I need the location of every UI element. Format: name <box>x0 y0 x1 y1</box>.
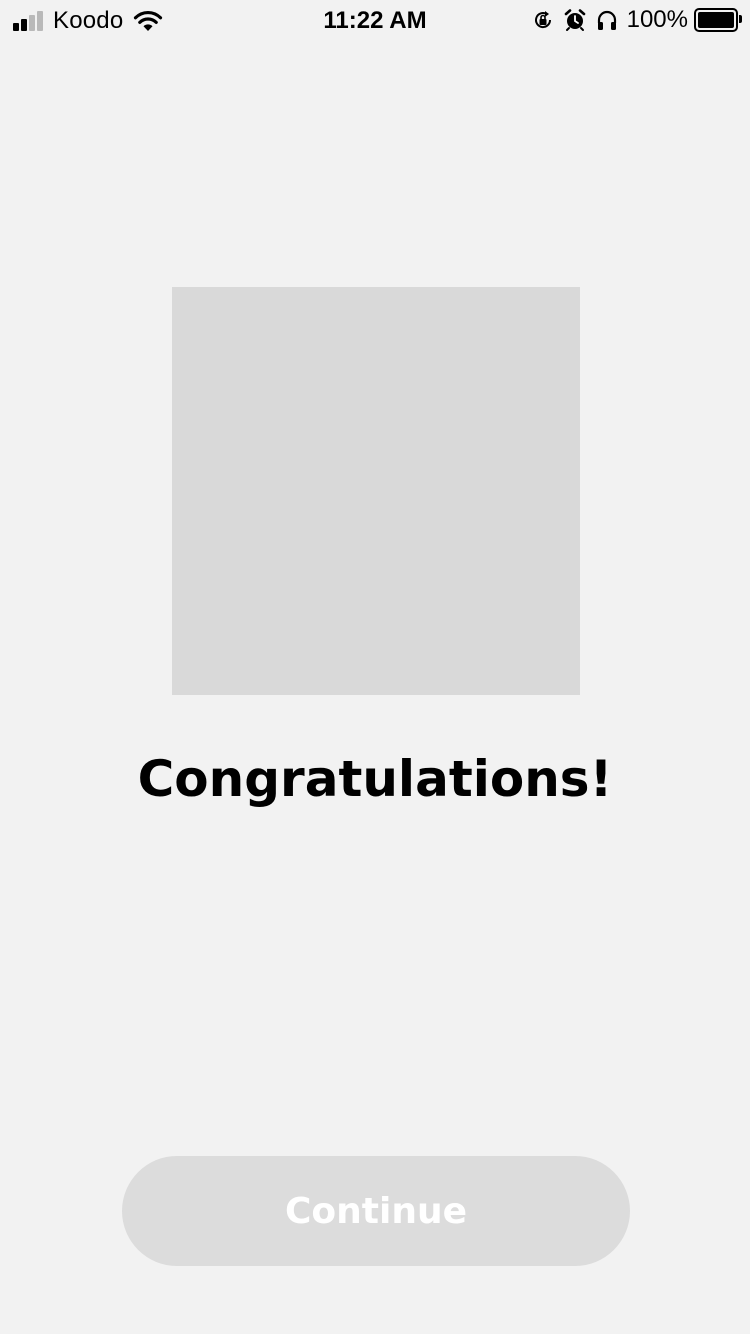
continue-button-label: Continue <box>284 1190 467 1232</box>
alarm-icon <box>564 9 585 31</box>
status-right: 100% <box>531 6 742 33</box>
battery-percentage: 100% <box>626 6 688 33</box>
battery-icon <box>694 8 742 32</box>
headphones-icon <box>597 10 616 30</box>
image-placeholder <box>172 287 580 695</box>
congratulations-title: Congratulations! <box>137 750 613 808</box>
orientation-lock-icon <box>534 11 551 29</box>
status-bar: Koodo 11:22 AM 100% <box>0 0 750 40</box>
continue-button[interactable]: Continue <box>122 1156 630 1266</box>
